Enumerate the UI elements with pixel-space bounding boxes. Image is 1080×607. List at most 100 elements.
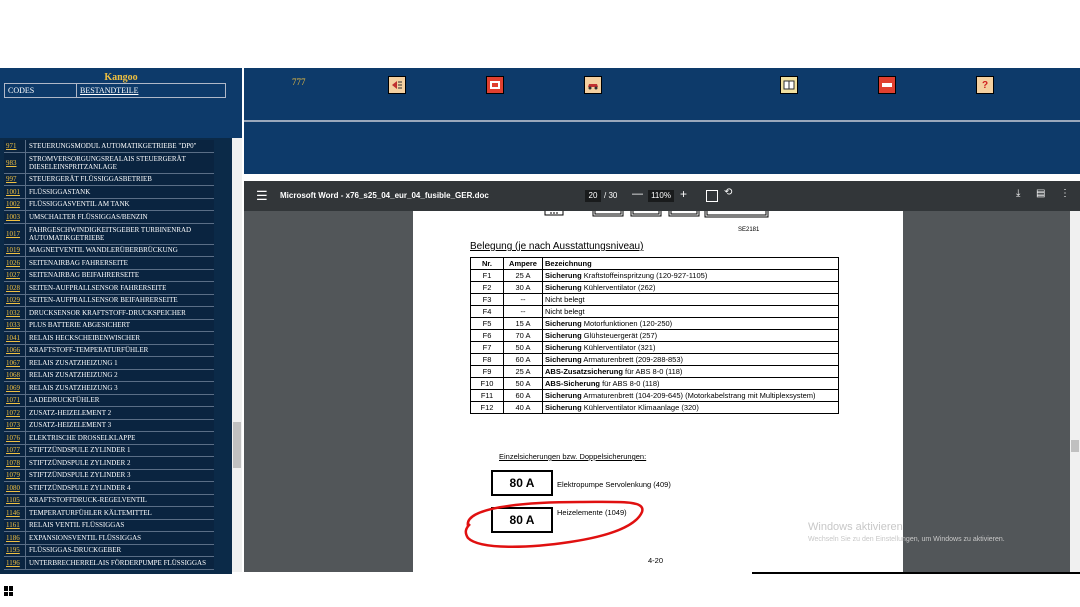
list-item-code[interactable]: 1069 [4,382,26,394]
rotate-icon[interactable]: ⟲ [724,187,732,198]
list-item-code[interactable]: 1033 [4,319,26,331]
fuse-ampere: 30 A [503,281,543,294]
list-item[interactable]: 1017 FAHRGESCHWINDIGKEITSGEBER TURBINENRA… [4,223,214,245]
list-item-code[interactable]: 1068 [4,369,26,381]
list-item[interactable]: 983 STROMVERSORGUNGSREALAIS STEUERGERÄT D… [4,152,214,174]
list-item-code[interactable]: 971 [4,140,26,152]
list-item[interactable]: 1105 KRAFTSTOFFDRUCK-REGELVENTIL [4,494,214,507]
list-item[interactable]: 1072 ZUSATZ-HEIZELEMENT 2 [4,407,214,420]
windows-start-icon[interactable] [4,586,14,596]
list-item[interactable]: 1186 EXPANSIONSVENTIL FLÜSSIGGAS [4,532,214,545]
list-item[interactable]: 1076 ELEKTRISCHE DROSSELKLAPPE [4,432,214,445]
component-list-scroll-thumb[interactable] [233,422,241,468]
list-item-name: RELAIS HECKSCHEIBENWISCHER [29,333,141,342]
list-item-code[interactable]: 1161 [4,519,26,531]
list-item[interactable]: 1069 RELAIS ZUSATZHEIZUNG 3 [4,382,214,395]
list-item[interactable]: 1195 FLÜSSIGGAS-DRUCKGEBER [4,544,214,557]
pdf-scrollbar[interactable] [1070,211,1080,572]
list-item[interactable]: 1078 STIFTZÜNDSPULE ZYLINDER 2 [4,457,214,470]
zoom-in-icon[interactable]: + [680,187,687,201]
connector-icon[interactable] [388,76,406,94]
fuse-icon[interactable] [878,76,896,94]
zoom-out-icon[interactable]: — [632,188,643,200]
list-item[interactable]: 1003 UMSCHALTER FLÜSSIGGAS/BENZIN [4,211,214,224]
pdf-scroll-thumb[interactable] [1071,440,1079,452]
list-item-name: FAHRGESCHWINDIGKEITSGEBER TURBINENRAD AU… [29,225,192,242]
print-icon[interactable]: ▤ [1036,188,1045,199]
list-item-code[interactable]: 1071 [4,394,26,406]
list-item-code[interactable]: 1196 [4,557,26,569]
list-item-code[interactable]: 1080 [4,482,26,494]
table-row: F11 60 A Sicherung Armaturenbrett (104-209… [470,389,839,402]
list-item[interactable]: 1067 RELAIS ZUSATZHEIZUNG 1 [4,357,214,370]
list-item-code[interactable]: 1078 [4,457,26,469]
list-item[interactable]: 1146 TEMPERATURFÜHLER KÄLTEMITTEL [4,507,214,520]
list-item-code[interactable]: 1003 [4,211,26,223]
zoom-level-input[interactable]: 110% [648,190,674,202]
more-options-icon[interactable]: ⋮ [1060,188,1070,199]
menu-icon[interactable]: ☰ [256,188,268,204]
list-item[interactable]: 1071 LADEDRUCKFÜHLER [4,394,214,407]
list-item-code[interactable]: 983 [4,152,26,173]
list-item[interactable]: 1161 RELAIS VENTIL FLÜSSIGGAS [4,519,214,532]
list-item-code[interactable]: 1146 [4,507,26,519]
list-item-code[interactable]: 1076 [4,432,26,444]
car-icon[interactable] [584,76,602,94]
list-item[interactable]: 1026 SEITENAIRBAG FAHRERSEITE [4,257,214,270]
tab-bestandteile[interactable]: BESTANDTEILE [77,84,225,97]
list-item-code[interactable]: 1032 [4,307,26,319]
component-list-scrollbar[interactable] [232,138,242,572]
list-item-code[interactable]: 1105 [4,494,26,506]
list-item-code[interactable]: 1029 [4,294,26,306]
list-item-name: STIFTZÜNDSPULE ZYLINDER 4 [29,483,131,492]
list-item[interactable]: 1001 FLÜSSIGGASTANK [4,186,214,199]
list-item[interactable]: 1028 SEITEN-AUFPRALLSENSOR FAHRERSEITE [4,282,214,295]
list-item-code[interactable]: 1026 [4,257,26,269]
list-item-code[interactable]: 1073 [4,419,26,431]
fuse-box-diagram-fragment [544,211,769,218]
warning-sign-icon[interactable] [486,76,504,94]
list-item[interactable]: 1073 ZUSATZ-HEIZELEMENT 3 [4,419,214,432]
list-item[interactable]: 971 STEUERUNGSMODUL AUTOMATIKGETRIEBE "DP… [4,140,214,153]
list-item[interactable]: 1068 RELAIS ZUSATZHEIZUNG 2 [4,369,214,382]
download-icon[interactable]: ⤓ [1016,188,1020,199]
list-item[interactable]: 1033 PLUS BATTERIE ABGESICHERT [4,319,214,332]
list-item-code[interactable]: 1186 [4,532,26,544]
list-item-code[interactable]: 1079 [4,469,26,481]
list-item[interactable]: 1032 DRUCKSENSOR KRAFTSTOFF-DRUCKSPEICHER [4,307,214,320]
list-item[interactable]: 1029 SEITEN-AUFPRALLSENSOR BEIFAHRERSEITE [4,294,214,307]
list-item[interactable]: 997 STEUERGERÄT FLÜSSIGGASBETRIEB [4,173,214,186]
list-item-code[interactable]: 1028 [4,282,26,294]
table-row: F6 70 A Sicherung Glühsteuergerät (257) [470,329,839,342]
list-item[interactable]: 1077 STIFTZÜNDSPULE ZYLINDER 1 [4,444,214,457]
list-item-code[interactable]: 1041 [4,332,26,344]
tab-codes[interactable]: CODES [5,84,77,97]
table-row: F8 60 A Sicherung Armaturenbrett (209-288-… [470,353,839,366]
list-item[interactable]: 1002 FLÜSSIGGASVENTIL AM TANK [4,198,214,211]
list-item[interactable]: 1080 STIFTZÜNDSPULE ZYLINDER 4 [4,482,214,495]
list-item-code[interactable]: 997 [4,173,26,185]
list-item-code[interactable]: 1077 [4,444,26,456]
list-item[interactable]: 1027 SEITENAIRBAG BEIFAHRERSEITE [4,269,214,282]
list-item-code[interactable]: 1002 [4,198,26,210]
list-item[interactable]: 1066 KRAFTSTOFF-TEMPERATURFÜHLER [4,344,214,357]
list-item-code[interactable]: 1195 [4,544,26,556]
fuse-description: ABS-Sicherung für ABS 8-0 (118) [542,377,839,390]
list-item-code[interactable]: 1019 [4,244,26,256]
book-icon[interactable] [780,76,798,94]
list-item[interactable]: 1079 STIFTZÜNDSPULE ZYLINDER 3 [4,469,214,482]
list-item[interactable]: 1041 RELAIS HECKSCHEIBENWISCHER [4,332,214,345]
list-item-name: STIFTZÜNDSPULE ZYLINDER 2 [29,458,131,467]
list-item-code[interactable]: 1067 [4,357,26,369]
list-item-code[interactable]: 1017 [4,223,26,244]
fit-page-icon[interactable] [706,190,718,202]
list-item-code[interactable]: 1072 [4,407,26,419]
help-icon[interactable]: ? [976,76,994,94]
list-item-code[interactable]: 1001 [4,186,26,198]
list-item[interactable]: 1019 MAGNETVENTIL WANDLERÜBERBRÜCKUNG [4,244,214,257]
page-number-input[interactable]: 20 [585,190,601,202]
list-item[interactable]: 1196 UNTERBRECHERRELAIS FÖRDERPUMPE FLÜSS… [4,557,214,570]
list-item-code[interactable]: 1027 [4,269,26,281]
table-row: F9 25 A ABS-Zusatzsicherung für ABS 8-0 (1… [470,365,839,378]
list-item-code[interactable]: 1066 [4,344,26,356]
